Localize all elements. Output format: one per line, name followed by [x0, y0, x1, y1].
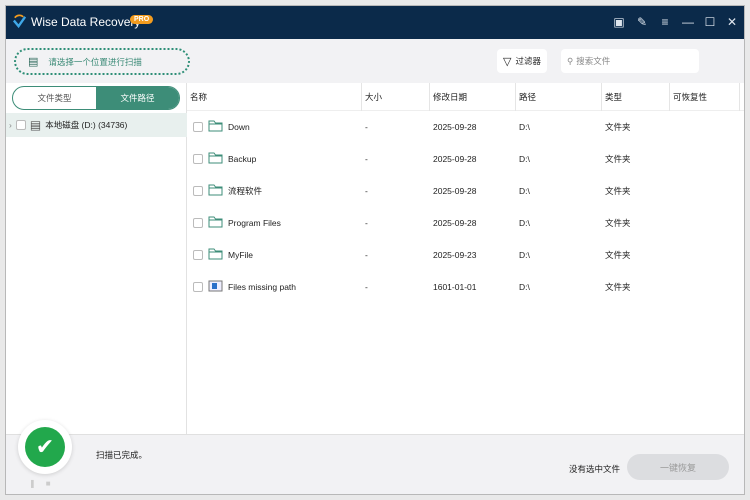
table-header: 名称 大小 修改日期 路径 类型 可恢复性	[187, 82, 744, 111]
file-date: 2025-09-28	[433, 154, 477, 164]
col-size[interactable]: 大小	[362, 82, 430, 111]
file-date: 2025-09-23	[433, 250, 477, 260]
table-row[interactable]: Files missing path - 1601-01-01 D:\ 文件夹	[187, 271, 744, 303]
filter-button[interactable]: ▽ 过滤器	[497, 49, 547, 73]
table-row[interactable]: MyFile - 2025-09-23 D:\ 文件夹	[187, 239, 744, 271]
file-type: 文件夹	[605, 186, 631, 196]
file-path: D:\	[519, 122, 530, 132]
table-row[interactable]: Backup - 2025-09-28 D:\ 文件夹	[187, 143, 744, 175]
row-checkbox[interactable]	[193, 122, 203, 132]
drive-icon: ▤	[29, 118, 42, 132]
tab-file-type[interactable]: 文件类型	[13, 87, 96, 109]
file-type: 文件夹	[605, 282, 631, 292]
search-input[interactable]: ⚲ 搜索文件	[561, 49, 699, 73]
missing-path-icon	[208, 280, 223, 294]
table-row[interactable]: Down - 2025-09-28 D:\ 文件夹	[187, 111, 744, 143]
col-path[interactable]: 路径	[516, 82, 602, 111]
file-name: Down	[228, 122, 250, 132]
file-type: 文件夹	[605, 122, 631, 132]
app-title: Wise Data Recovery	[31, 15, 141, 29]
row-checkbox[interactable]	[193, 282, 203, 292]
folder-icon	[208, 152, 223, 166]
menu-icon[interactable]: ≡	[658, 15, 672, 29]
pro-badge: PRO	[130, 15, 154, 24]
file-date: 1601-01-01	[433, 282, 477, 292]
file-date: 2025-09-28	[433, 122, 477, 132]
file-date: 2025-09-28	[433, 218, 477, 228]
file-path: D:\	[519, 250, 530, 260]
drive-label: 本地磁盘 (D:) (34736)	[45, 120, 128, 130]
chevron-right-icon[interactable]: ›	[9, 120, 12, 130]
folder-icon	[208, 184, 223, 198]
file-type: 文件夹	[605, 218, 631, 228]
file-path: D:\	[519, 218, 530, 228]
col-recoverability[interactable]: 可恢复性	[670, 82, 740, 111]
title-bar: Wise Data Recovery PRO ▣ ✎ ≡ — ☐ ✕	[6, 6, 744, 39]
scan-complete-badge: ✔	[18, 420, 72, 474]
file-path: D:\	[519, 154, 530, 164]
file-size: -	[365, 250, 368, 260]
file-size: -	[365, 186, 368, 196]
file-name: Backup	[228, 154, 257, 164]
row-checkbox[interactable]	[193, 154, 203, 164]
file-size: -	[365, 154, 368, 164]
edit-icon[interactable]: ✎	[635, 15, 649, 29]
scan-location-label: 请选择一个位置进行扫描	[48, 56, 142, 67]
scan-location-button[interactable]: ▤ 请选择一个位置进行扫描	[14, 48, 190, 75]
file-path: D:\	[519, 186, 530, 196]
file-type: 文件夹	[605, 154, 631, 164]
selection-status: 没有选中文件	[569, 464, 621, 474]
file-path: D:\	[519, 282, 530, 292]
folder-icon	[208, 216, 223, 230]
row-checkbox[interactable]	[193, 218, 203, 228]
app-window: Wise Data Recovery PRO ▣ ✎ ≡ — ☐ ✕ ▤ 请选择…	[5, 5, 745, 495]
drive-checkbox[interactable]	[15, 120, 26, 130]
close-icon[interactable]: ✕	[725, 15, 739, 29]
file-size: -	[365, 122, 368, 132]
file-name: Files missing path	[228, 282, 297, 292]
folder-icon	[208, 120, 223, 134]
file-name: MyFile	[228, 250, 254, 260]
tree-item-drive[interactable]: › ▤ 本地磁盘 (D:) (34736)	[6, 113, 187, 137]
file-date: 2025-09-28	[433, 186, 477, 196]
pause-stop-controls[interactable]: ❚■	[29, 479, 61, 488]
drive-scan-icon: ▤	[28, 56, 39, 68]
file-name: Program Files	[228, 218, 281, 228]
row-checkbox[interactable]	[193, 250, 203, 260]
tab-file-path[interactable]: 文件路径	[96, 87, 179, 109]
maximize-icon[interactable]: ☐	[703, 15, 717, 29]
search-icon: ⚲	[567, 55, 574, 66]
left-panel: 文件类型 文件路径 › ▤ 本地磁盘 (D:) (34736)	[6, 83, 187, 434]
recover-button[interactable]: 一键恢复	[627, 454, 729, 480]
search-placeholder: 搜索文件	[576, 56, 611, 66]
footer: ✔ ❚■ 扫描已完成。 没有选中文件 一键恢复	[6, 420, 744, 494]
col-date[interactable]: 修改日期	[430, 82, 516, 111]
file-name: 流程软件	[228, 186, 263, 196]
folder-icon	[208, 248, 223, 262]
minimize-icon[interactable]: —	[681, 15, 695, 29]
checkmark-icon: ✔	[25, 427, 65, 467]
app-logo-icon	[12, 14, 27, 29]
file-size: -	[365, 218, 368, 228]
view-tabs: 文件类型 文件路径	[12, 86, 180, 110]
row-checkbox[interactable]	[193, 186, 203, 196]
filter-label: 过滤器	[515, 56, 541, 66]
scan-status: 扫描已完成。	[96, 450, 148, 460]
table-row[interactable]: 流程软件 - 2025-09-28 D:\ 文件夹	[187, 175, 744, 207]
file-size: -	[365, 282, 368, 292]
table-row[interactable]: Program Files - 2025-09-28 D:\ 文件夹	[187, 207, 744, 239]
file-table: 名称 大小 修改日期 路径 类型 可恢复性 Down - 2025-09-28 …	[187, 82, 744, 434]
filter-icon: ▽	[503, 55, 512, 68]
col-name[interactable]: 名称	[187, 82, 362, 111]
toolbar: ▤ 请选择一个位置进行扫描 ▽ 过滤器 ⚲ 搜索文件	[6, 39, 744, 83]
file-type: 文件夹	[605, 250, 631, 260]
feedback-icon[interactable]: ▣	[612, 15, 626, 29]
col-type[interactable]: 类型	[602, 82, 670, 111]
